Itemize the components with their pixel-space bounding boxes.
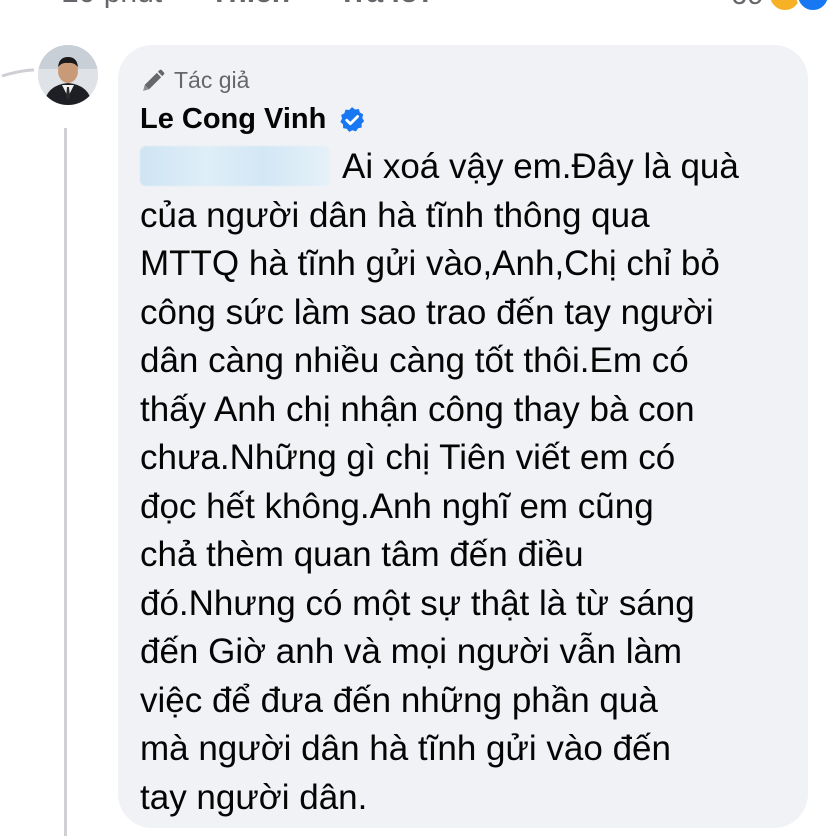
redacted-mention — [140, 146, 330, 186]
author-name-row: Le Cong Vinh — [140, 103, 366, 136]
reaction-summary[interactable]: 69 — [731, 0, 830, 12]
pencil-icon — [143, 69, 165, 91]
author-name[interactable]: Le Cong Vinh — [140, 103, 326, 136]
parent-comment-actions: 20 phút Thích Trả lời — [62, 0, 429, 10]
reaction-count: 69 — [731, 0, 764, 12]
comment-bubble: Tác giả Le Cong Vinh Ai xoá vậy em.Đây l… — [118, 45, 808, 828]
like-link[interactable]: Thích — [210, 0, 290, 10]
reply-link[interactable]: Trả lời — [338, 0, 429, 10]
author-badge: Tác giả — [140, 67, 249, 94]
comment-screenshot: 20 phút Thích Trả lời 69 — [0, 0, 838, 836]
like-icon — [796, 0, 830, 12]
avatar-photo — [38, 45, 98, 105]
verified-badge-icon — [340, 106, 365, 132]
author-badge-label: Tác giả — [174, 67, 250, 93]
thread-connector-line — [64, 128, 67, 836]
comment-text: Ai xoá vậy em.Đây là quà của người dân h… — [140, 147, 739, 817]
comment-timestamp[interactable]: 20 phút — [62, 0, 162, 10]
comment-body: Ai xoá vậy em.Đây là quà của người dân h… — [140, 143, 800, 822]
avatar[interactable] — [38, 45, 98, 105]
